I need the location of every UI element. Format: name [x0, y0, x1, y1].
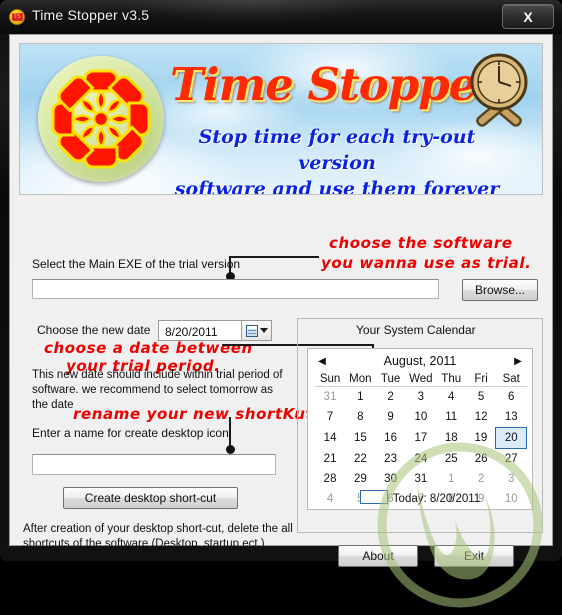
- calendar-day-cell[interactable]: 31: [315, 387, 345, 408]
- calendar-day-cell[interactable]: 2: [376, 387, 406, 408]
- calendar-day-cell[interactable]: 27: [496, 449, 527, 470]
- pointer-line-shortcut-vertical: [229, 417, 231, 447]
- calendar-day-cell[interactable]: 18: [436, 428, 466, 449]
- calendar-day-cell[interactable]: 30: [376, 469, 406, 489]
- today-swatch-icon: [359, 490, 388, 504]
- weekday-header-wed: Wed: [409, 373, 433, 385]
- shortcut-footer-text: After creation of your desktop short-cut…: [23, 523, 293, 550]
- month-calendar-header: ◀ August, 2011 ▶: [308, 349, 532, 373]
- calendar-day-cell[interactable]: 12: [466, 407, 496, 428]
- annotation-choose-date-line1: choose a date between: [44, 339, 253, 357]
- calendar-day-cell[interactable]: 24: [406, 449, 437, 470]
- annotation-choose-software-line2: you wanna use as trial.: [321, 254, 532, 272]
- calendar-day-cell[interactable]: 29: [345, 469, 375, 489]
- weekday-header-thu: Thu: [441, 373, 462, 385]
- client-area: Time Stopper Stop time for each try-out …: [9, 34, 553, 608]
- weekday-header-row: Sun Mon Tue Wed Thu Fri Sat: [315, 373, 527, 387]
- weekday-header-sun: Sun: [319, 373, 341, 385]
- shortcut-name-label: Enter a name for create desktop icon: [32, 426, 229, 440]
- calendar-day-cell[interactable]: 1: [436, 469, 466, 489]
- chevron-down-icon: [259, 328, 268, 333]
- title-bar: TS Time Stopper v3.5 X: [0, 0, 562, 34]
- date-picker-dropdown-button[interactable]: [242, 320, 272, 341]
- calendar-day-cell[interactable]: 6: [496, 387, 527, 408]
- banner-title: Time Stopper: [170, 58, 500, 111]
- mandala-disc-logo-icon: [38, 56, 164, 182]
- close-button[interactable]: X: [502, 4, 554, 29]
- calendar-day-cell[interactable]: 3: [496, 469, 527, 489]
- exe-path-input[interactable]: [32, 279, 439, 299]
- calendar-day-cell[interactable]: 25: [436, 449, 466, 470]
- weekday-header-mon: Mon: [349, 373, 372, 385]
- calendar-day-cell[interactable]: 17: [406, 428, 437, 449]
- calendar-day-cell[interactable]: 16: [376, 428, 406, 449]
- clock-with-tools-icon: [470, 53, 528, 127]
- pointer-dot-shortcut: [226, 445, 235, 454]
- annotation-rename-shortcut: rename your new shortKut: [73, 405, 314, 423]
- calendar-day-cell[interactable]: 21: [315, 449, 345, 470]
- calendar-day-cell[interactable]: 4: [436, 387, 466, 408]
- exe-label: Select the Main EXE of the trial version: [32, 257, 241, 271]
- calendar-week-row: 28 29 30 31 1 2 3: [315, 469, 527, 489]
- shortcut-name-input[interactable]: [32, 454, 276, 475]
- browse-button[interactable]: Browse...: [462, 279, 538, 301]
- banner-subtitle-line1: Stop time for each try-out version: [198, 126, 476, 174]
- application-window: TS Time Stopper v3.5 X Time Stopper Stop…: [0, 0, 562, 608]
- calendar-day-cell[interactable]: 1: [345, 387, 375, 408]
- weekday-header-fri: Fri: [474, 373, 488, 385]
- about-button[interactable]: About: [338, 545, 418, 567]
- choose-date-label: Choose the new date: [37, 323, 151, 337]
- calendar-day-cell[interactable]: 5: [466, 387, 496, 408]
- calendar-week-row: 14 15 16 17 18 19 20: [315, 427, 527, 449]
- calendar-day-cell[interactable]: 31: [406, 469, 437, 489]
- banner-subtitle: Stop time for each try-out version softw…: [172, 124, 502, 195]
- today-row[interactable]: Today: 8/20/2011: [308, 490, 532, 505]
- calendar-week-row: 7 8 9 10 11 12 13: [315, 407, 527, 428]
- calendar-day-cell[interactable]: 13: [496, 407, 527, 428]
- calendar-day-cell[interactable]: 2: [466, 469, 496, 489]
- month-calendar-grid: Sun Mon Tue Wed Thu Fri Sat 31 1 2 3 4 5 6 7 8 9 10 11 12 1…: [315, 373, 527, 509]
- calendar-day-cell[interactable]: 28: [315, 469, 345, 489]
- calendar-day-cell[interactable]: 7: [315, 407, 345, 428]
- calendar-day-cell[interactable]: 11: [436, 407, 466, 428]
- calendar-day-cell[interactable]: 15: [345, 428, 375, 449]
- pointer-line-exe-horizontal: [229, 256, 319, 258]
- app-badge-icon: TS: [9, 9, 25, 25]
- calendar-day-cell[interactable]: 22: [345, 449, 375, 470]
- window-title: Time Stopper v3.5: [32, 7, 150, 23]
- calendar-day-cell[interactable]: 8: [345, 407, 375, 428]
- weekday-header-sat: Sat: [502, 373, 520, 385]
- calendar-day-cell[interactable]: 14: [315, 428, 345, 449]
- arrow-right-icon[interactable]: ▶: [512, 356, 524, 368]
- calendar-day-cell[interactable]: 3: [406, 387, 437, 408]
- calendar-icon: [245, 324, 258, 337]
- new-date-input[interactable]: [158, 320, 242, 341]
- calendar-day-cell[interactable]: 20: [495, 427, 527, 449]
- header-banner: Time Stopper Stop time for each try-out …: [19, 43, 543, 195]
- system-calendar-group-title: Your System Calendar: [350, 323, 482, 337]
- calendar-day-cell[interactable]: 23: [376, 449, 406, 470]
- annotation-choose-software-line1: choose the software: [329, 234, 513, 252]
- calendar-week-row: 21 22 23 24 25 26 27: [315, 449, 527, 470]
- calendar-day-cell[interactable]: 19: [466, 428, 496, 449]
- month-calendar-title: August, 2011: [383, 354, 457, 368]
- titlebar-gloss: [120, 0, 380, 26]
- banner-subtitle-line2: software and use them forever: [174, 178, 500, 195]
- calendar-day-cell[interactable]: 26: [466, 449, 496, 470]
- today-label: Today: 8/20/2011: [392, 493, 481, 505]
- weekday-header-tue: Tue: [380, 373, 401, 385]
- calendar-day-cell[interactable]: 10: [406, 407, 437, 428]
- exit-button[interactable]: Exit: [434, 545, 514, 567]
- calendar-week-row: 31 1 2 3 4 5 6: [315, 387, 527, 408]
- create-desktop-shortcut-button[interactable]: Create desktop short-cut: [63, 487, 238, 509]
- month-calendar[interactable]: ◀ August, 2011 ▶ Sun Mon Tue Wed Thu Fri Sat 3…: [307, 348, 533, 510]
- calendar-day-cell[interactable]: 9: [376, 407, 406, 428]
